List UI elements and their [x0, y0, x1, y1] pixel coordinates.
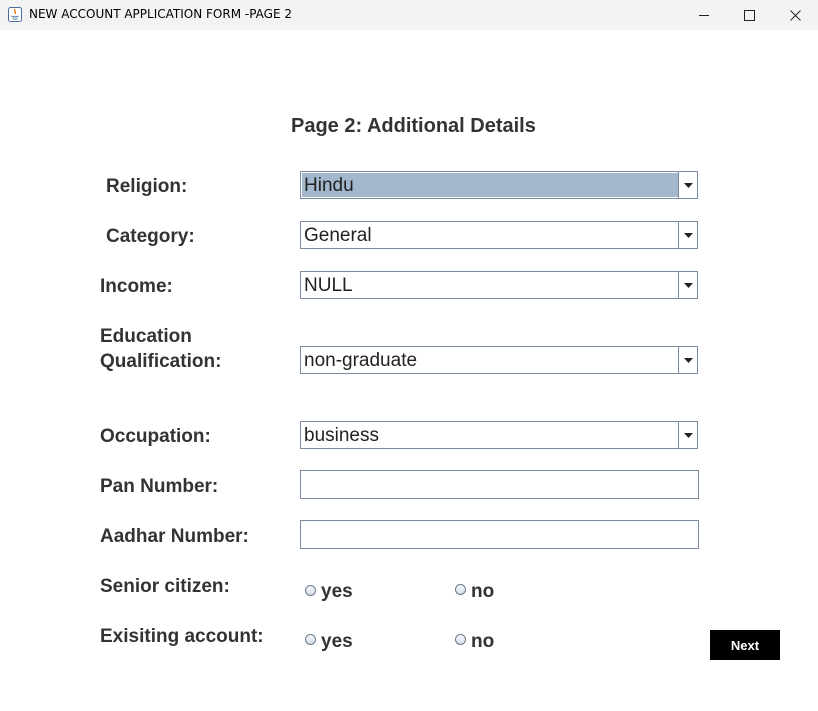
- education-dropdown-arrow[interactable]: [678, 347, 697, 373]
- existing-account-yes-radio[interactable]: [305, 634, 316, 645]
- minimize-button[interactable]: [681, 0, 727, 30]
- category-dropdown-arrow[interactable]: [678, 222, 697, 248]
- chevron-down-icon: [683, 357, 693, 363]
- chevron-down-icon: [683, 182, 693, 188]
- occupation-label: Occupation:: [100, 426, 211, 447]
- income-label: Income:: [100, 276, 173, 297]
- window-title: NEW ACCOUNT APPLICATION FORM -PAGE 2: [29, 7, 292, 21]
- income-dropdown-arrow[interactable]: [678, 272, 697, 298]
- senior-citizen-no-radio[interactable]: [455, 584, 466, 595]
- senior-citizen-yes-radio[interactable]: [305, 585, 316, 596]
- income-value: NULL: [304, 275, 353, 296]
- existing-account-no-label[interactable]: no: [471, 629, 494, 654]
- religion-value: Hindu: [302, 173, 678, 197]
- chevron-down-icon: [683, 282, 693, 288]
- aadhar-number-field[interactable]: [300, 520, 699, 549]
- maximize-icon: [743, 9, 755, 21]
- next-button[interactable]: Next: [710, 630, 780, 660]
- category-label: Category:: [106, 226, 195, 247]
- pan-number-label: Pan Number:: [100, 476, 219, 497]
- java-icon: [8, 7, 22, 22]
- category-value: General: [304, 225, 372, 246]
- income-dropdown[interactable]: NULL: [300, 271, 698, 299]
- religion-dropdown[interactable]: Hindu: [300, 171, 698, 199]
- education-dropdown[interactable]: non-graduate: [300, 346, 698, 374]
- chevron-down-icon: [683, 432, 693, 438]
- occupation-value: business: [304, 425, 379, 446]
- senior-citizen-no-label[interactable]: no: [471, 579, 494, 604]
- occupation-dropdown[interactable]: business: [300, 421, 698, 449]
- senior-citizen-label: Senior citizen:: [100, 576, 230, 597]
- maximize-button[interactable]: [726, 0, 772, 30]
- existing-account-yes-label[interactable]: yes: [321, 629, 353, 654]
- occupation-dropdown-arrow[interactable]: [678, 422, 697, 448]
- chevron-down-icon: [683, 232, 693, 238]
- close-icon: [789, 9, 801, 21]
- aadhar-number-label: Aadhar Number:: [100, 526, 249, 547]
- education-label-line2: Qualification:: [100, 351, 222, 372]
- category-dropdown[interactable]: General: [300, 221, 698, 249]
- title-bar: NEW ACCOUNT APPLICATION FORM -PAGE 2: [0, 0, 818, 30]
- religion-label: Religion:: [106, 176, 188, 197]
- education-label-line1: Education: [100, 326, 192, 347]
- education-value: non-graduate: [304, 350, 418, 371]
- page-title: Page 2: Additional Details: [291, 115, 536, 137]
- pan-number-field[interactable]: [300, 470, 699, 499]
- senior-citizen-yes-label[interactable]: yes: [321, 579, 353, 604]
- existing-account-label: Exisiting account:: [100, 626, 264, 647]
- religion-dropdown-arrow[interactable]: [678, 172, 697, 198]
- minimize-icon: [698, 14, 709, 16]
- existing-account-no-radio[interactable]: [455, 634, 466, 645]
- close-button[interactable]: [772, 0, 818, 30]
